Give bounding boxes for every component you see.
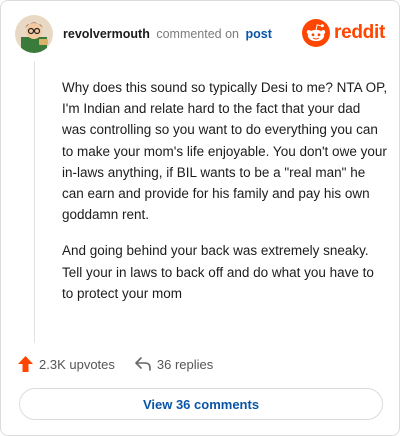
upvote-arrow-icon bbox=[18, 356, 33, 372]
upvote-button[interactable]: 2.3K upvotes bbox=[18, 356, 115, 372]
commented-on-label: commented on bbox=[156, 27, 240, 41]
reddit-logo-icon bbox=[302, 19, 331, 47]
comment-header: revolvermouth commented on post reddit bbox=[15, 15, 385, 55]
comment-body: Why does this sound so typically Desi to… bbox=[62, 77, 388, 319]
thread-line bbox=[34, 61, 35, 343]
post-link[interactable]: post bbox=[246, 27, 272, 41]
reply-count: 36 replies bbox=[156, 356, 214, 372]
username-link[interactable]: revolvermouth bbox=[63, 27, 150, 41]
user-avatar[interactable] bbox=[15, 15, 53, 53]
reddit-brand[interactable]: reddit bbox=[302, 19, 385, 47]
comment-meta: revolvermouth commented on post bbox=[63, 27, 272, 41]
view-comments-button[interactable]: View 36 comments bbox=[19, 388, 383, 420]
comment-actions: 2.3K upvotes 36 replies bbox=[18, 353, 213, 375]
replies-button[interactable]: 36 replies bbox=[135, 357, 213, 372]
comment-paragraph: And going behind your back was extremely… bbox=[62, 243, 374, 301]
reddit-wordmark: reddit bbox=[334, 22, 385, 43]
comment-paragraph: Why does this sound so typically Desi to… bbox=[62, 80, 388, 223]
reply-arrow-icon bbox=[135, 357, 151, 371]
comment-card: revolvermouth commented on post reddit W… bbox=[0, 0, 400, 436]
upvote-count: 2.3K upvotes bbox=[39, 356, 115, 372]
